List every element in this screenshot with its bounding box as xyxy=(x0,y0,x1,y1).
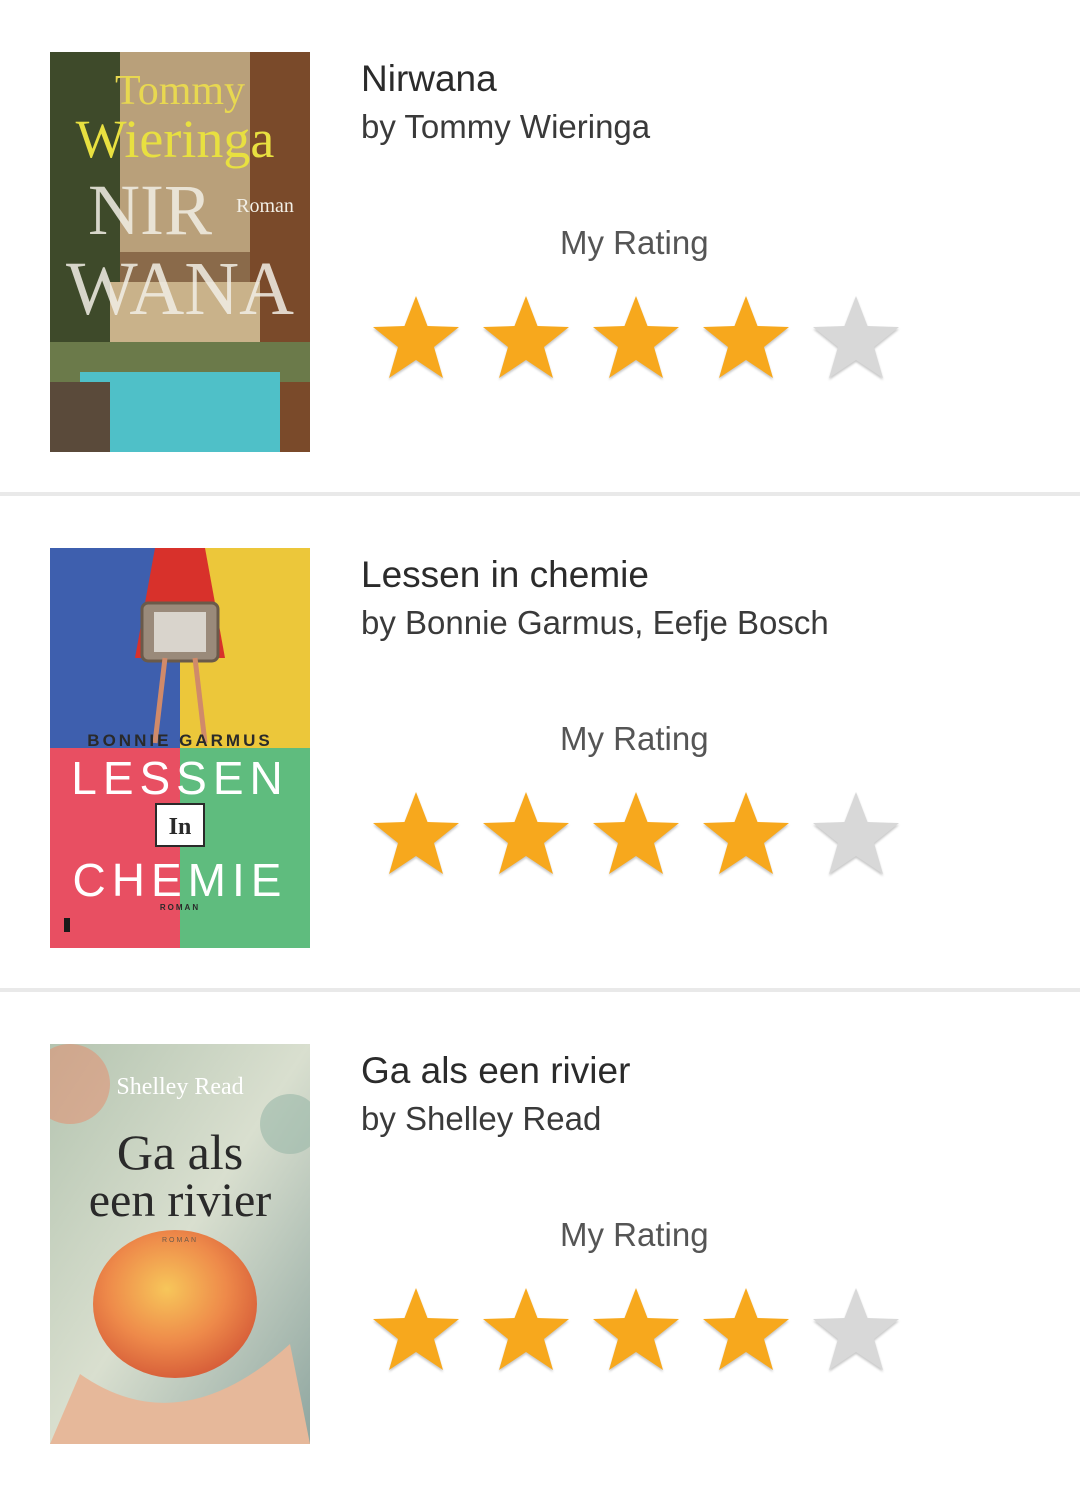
cover-line: een rivier xyxy=(89,1174,272,1227)
cover-line: BONNIE GARMUS xyxy=(87,731,272,750)
star-filled-icon[interactable] xyxy=(368,786,464,882)
star-empty-icon[interactable] xyxy=(808,1282,904,1378)
star-rating[interactable] xyxy=(368,786,908,882)
my-rating-label: My Rating xyxy=(560,1216,709,1253)
book-author: by Shelley Read xyxy=(361,1100,602,1137)
book-item-ga-als-een-rivier[interactable]: Shelley Read Ga als een rivier ROMAN Ga … xyxy=(0,992,1080,1488)
cover-line: ROMAN xyxy=(160,903,200,912)
star-empty-icon[interactable] xyxy=(808,290,904,386)
my-rating-label: My Rating xyxy=(560,720,709,757)
book-title[interactable]: Nirwana xyxy=(361,58,497,100)
cover-line: NIR xyxy=(88,170,212,250)
cover-line: LESSEN xyxy=(71,752,289,804)
star-filled-icon[interactable] xyxy=(478,290,574,386)
star-filled-icon[interactable] xyxy=(588,786,684,882)
cover-line: Ga als xyxy=(117,1124,243,1180)
cover-line: CHEMIE xyxy=(73,854,288,906)
cover-line: WANA xyxy=(66,247,294,331)
book-author: by Bonnie Garmus, Eefje Bosch xyxy=(361,604,829,641)
star-filled-icon[interactable] xyxy=(698,786,794,882)
book-item-lessen-in-chemie[interactable]: BONNIE GARMUS LESSEN In CHEMIE ROMAN Les… xyxy=(0,496,1080,992)
star-rating[interactable] xyxy=(368,1282,908,1378)
book-cover-ga-als-een-rivier[interactable]: Shelley Read Ga als een rivier ROMAN xyxy=(50,1044,310,1444)
star-filled-icon[interactable] xyxy=(588,290,684,386)
cover-line: Wieringa xyxy=(76,109,275,169)
star-filled-icon[interactable] xyxy=(478,786,574,882)
star-filled-icon[interactable] xyxy=(368,1282,464,1378)
my-rating-label: My Rating xyxy=(560,224,709,261)
book-item-nirwana[interactable]: Tommy Wieringa NIR WANA Roman Nirwana by… xyxy=(0,0,1080,496)
book-title[interactable]: Lessen in chemie xyxy=(361,554,649,596)
star-filled-icon[interactable] xyxy=(698,1282,794,1378)
book-author: by Tommy Wieringa xyxy=(361,108,651,145)
star-empty-icon[interactable] xyxy=(808,786,904,882)
book-title[interactable]: Ga als een rivier xyxy=(361,1050,630,1092)
book-cover-nirwana[interactable]: Tommy Wieringa NIR WANA Roman xyxy=(50,52,310,452)
cover-line: In xyxy=(169,814,192,840)
cover-line: Shelley Read xyxy=(116,1074,243,1100)
star-filled-icon[interactable] xyxy=(478,1282,574,1378)
star-filled-icon[interactable] xyxy=(368,290,464,386)
cover-line: ROMAN xyxy=(162,1237,198,1244)
star-filled-icon[interactable] xyxy=(698,290,794,386)
star-filled-icon[interactable] xyxy=(588,1282,684,1378)
cover-line: Tommy xyxy=(115,68,245,114)
book-cover-lessen-in-chemie[interactable]: BONNIE GARMUS LESSEN In CHEMIE ROMAN xyxy=(50,548,310,948)
star-rating[interactable] xyxy=(368,290,908,386)
cover-line: Roman xyxy=(236,195,294,217)
